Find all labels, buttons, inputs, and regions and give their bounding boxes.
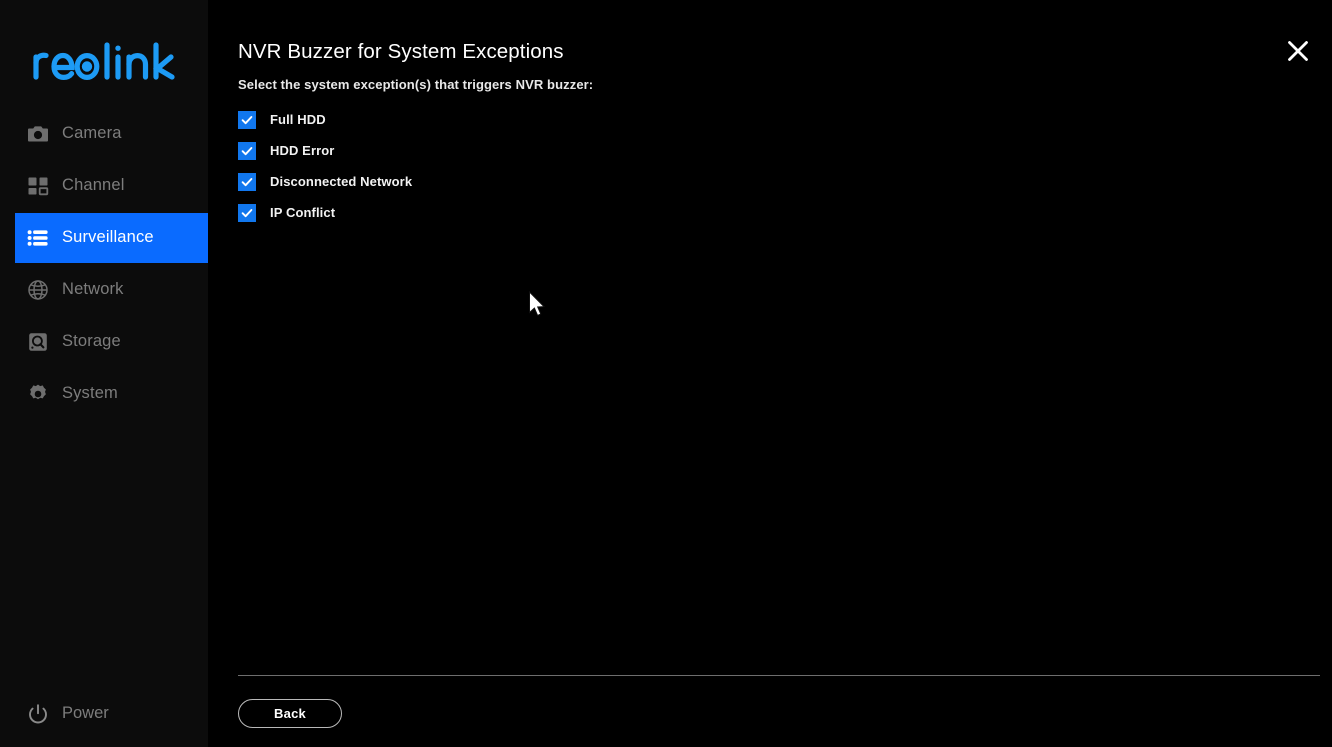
sidebar-item-network[interactable]: Network <box>15 265 208 315</box>
globe-icon <box>25 277 51 303</box>
sidebar-nav: Camera Channel Surveillance Network Stor… <box>0 108 208 421</box>
power-icon <box>25 701 51 727</box>
sidebar-item-power[interactable]: Power <box>15 690 208 738</box>
option-row-hdd-error[interactable]: HDD Error <box>238 135 938 166</box>
option-label: IP Conflict <box>270 205 336 220</box>
sidebar-item-channel[interactable]: Channel <box>15 161 208 211</box>
option-label: HDD Error <box>270 143 335 158</box>
option-label: Full HDD <box>270 112 326 127</box>
sidebar-item-label: Camera <box>62 124 122 143</box>
checkbox-disconnected-network[interactable] <box>238 172 256 191</box>
checkbox-full-hdd[interactable] <box>238 110 256 129</box>
nvr-settings-screen: Camera Channel Surveillance Network Stor… <box>0 0 1332 747</box>
gear-icon <box>25 381 51 407</box>
back-button[interactable]: Back <box>238 699 342 728</box>
page-title: NVR Buzzer for System Exceptions <box>238 40 564 63</box>
sidebar-item-system[interactable]: System <box>15 369 208 419</box>
channel-grid-icon <box>25 173 51 199</box>
checkbox-hdd-error[interactable] <box>238 141 256 160</box>
close-button[interactable] <box>1281 36 1315 70</box>
sidebar-item-label: Power <box>62 704 109 723</box>
option-row-disconnected-network[interactable]: Disconnected Network <box>238 166 938 197</box>
list-icon <box>25 225 51 251</box>
option-row-full-hdd[interactable]: Full HDD <box>238 104 938 135</box>
sidebar-item-label: Network <box>62 280 124 299</box>
instruction-text: Select the system exception(s) that trig… <box>238 77 594 92</box>
sidebar-item-camera[interactable]: Camera <box>15 109 208 159</box>
sidebar-item-label: Channel <box>62 176 125 195</box>
option-label: Disconnected Network <box>270 174 413 189</box>
close-icon <box>1285 38 1311 69</box>
exception-options-list: Full HDD HDD Error Disconnected Network <box>238 104 938 228</box>
sidebar: Camera Channel Surveillance Network Stor… <box>0 0 208 747</box>
checkbox-ip-conflict[interactable] <box>238 203 256 222</box>
sidebar-item-storage[interactable]: Storage <box>15 317 208 367</box>
sidebar-item-surveillance[interactable]: Surveillance <box>15 213 208 263</box>
camera-icon <box>25 121 51 147</box>
sidebar-item-label: Surveillance <box>62 228 154 247</box>
reolink-logo <box>0 30 208 92</box>
hard-drive-icon <box>25 329 51 355</box>
footer-divider <box>238 675 1320 676</box>
main-panel: NVR Buzzer for System Exceptions Select … <box>208 0 1332 747</box>
sidebar-item-label: System <box>62 384 118 403</box>
mouse-pointer-icon <box>528 290 548 319</box>
option-row-ip-conflict[interactable]: IP Conflict <box>238 197 938 228</box>
sidebar-item-label: Storage <box>62 332 121 351</box>
footer-bar: Back <box>238 699 342 728</box>
